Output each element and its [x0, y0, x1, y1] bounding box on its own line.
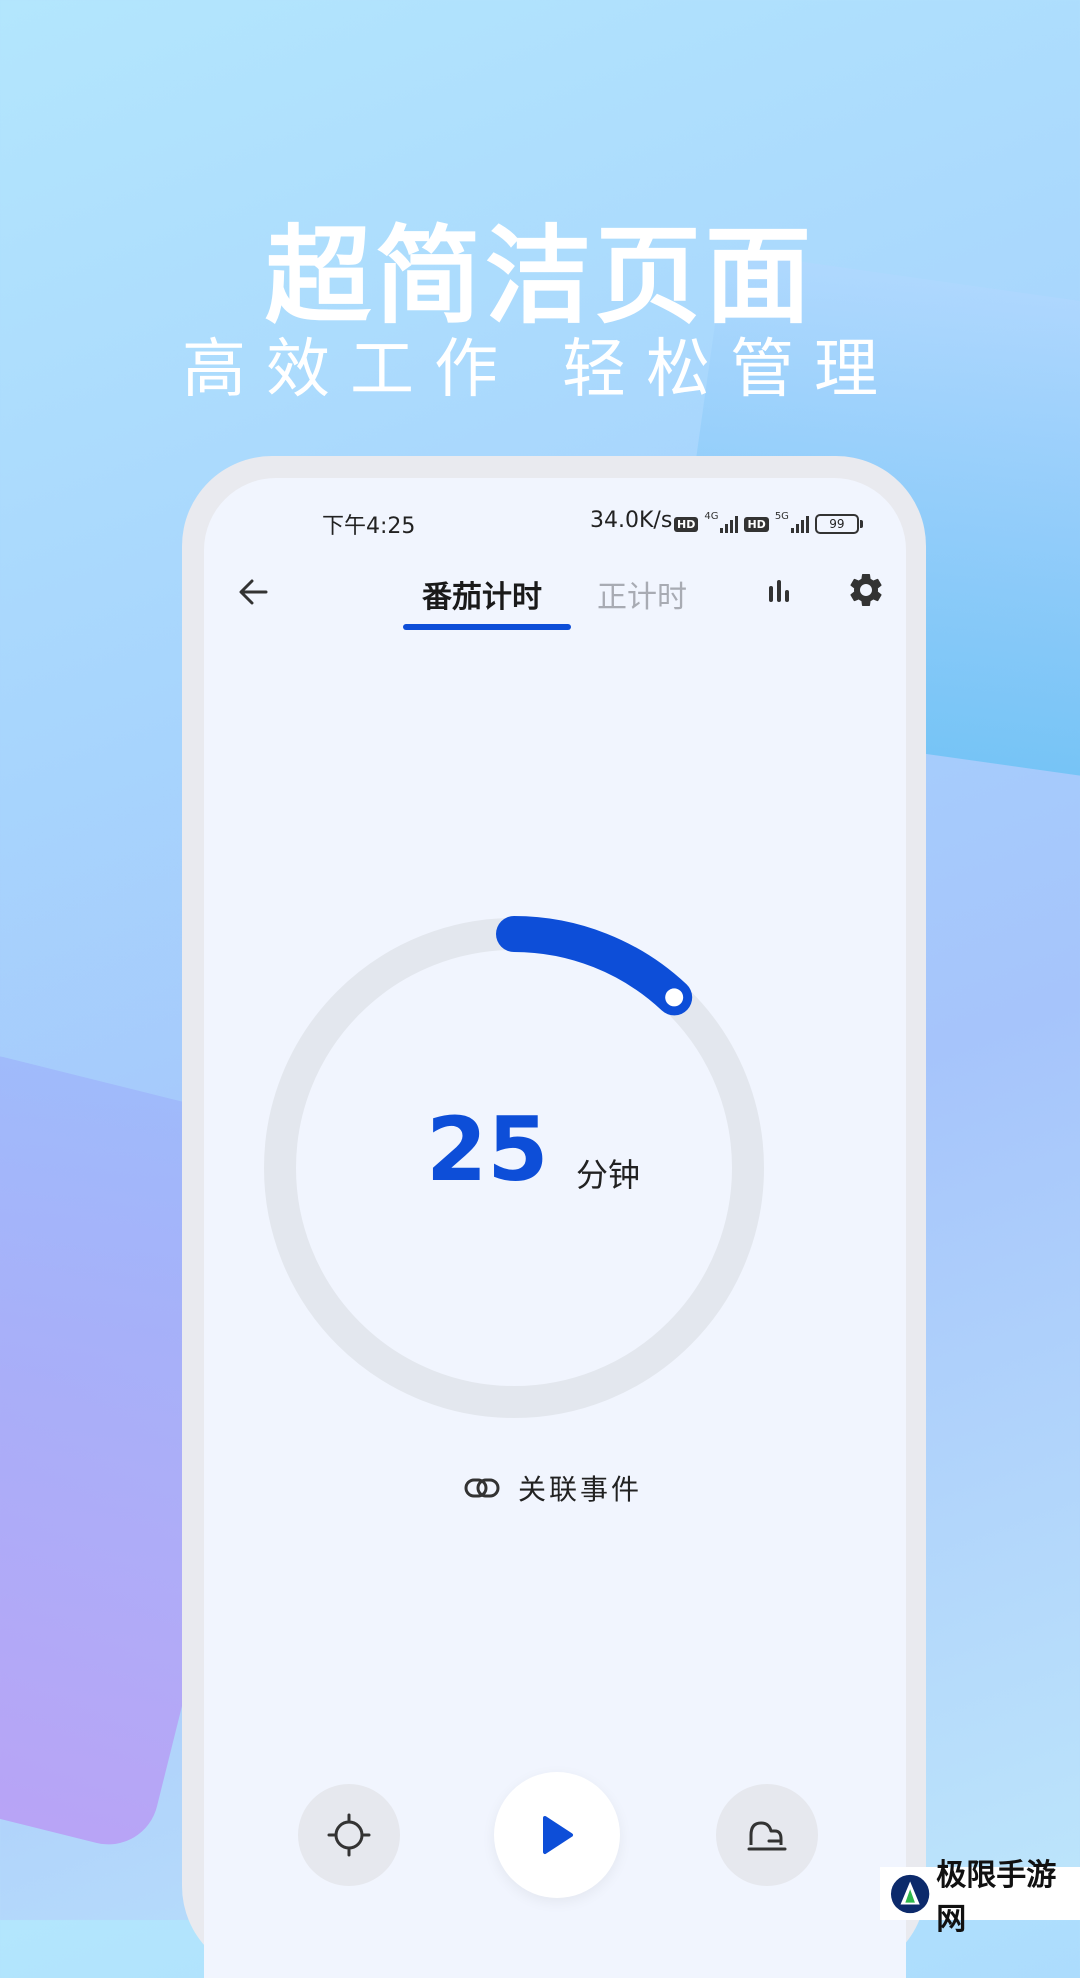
promo-subtitle: 高效工作 轻松管理 [0, 318, 1080, 410]
timer-value: 25 [426, 1098, 549, 1201]
link-event-button[interactable]: 关联事件 [464, 1468, 642, 1508]
link-icon [464, 1478, 500, 1498]
tab-stopwatch[interactable]: 正计时 [597, 572, 687, 616]
network-5g-label: 5G [774, 510, 789, 522]
focus-target-button[interactable] [298, 1784, 400, 1886]
battery-icon: 99 [814, 514, 863, 534]
timer-ring-knob [665, 988, 684, 1007]
status-icons: HD 4G HD 5G 99 [674, 510, 863, 534]
subtitle-right: 轻松管理 [562, 333, 898, 407]
site-watermark: 极限手游网 [880, 1858, 1080, 1937]
bar-chart-icon[interactable] [764, 576, 794, 606]
network-speed: 34.0K/s [590, 508, 673, 533]
signal-icon [790, 515, 809, 533]
status-bar: 下午4:25 34.0K/s HD 4G HD 5G 99 [204, 508, 906, 548]
watermark-logo-icon [890, 1874, 930, 1913]
sound-scene-icon [747, 1821, 787, 1851]
back-arrow-icon[interactable] [232, 570, 276, 614]
white-noise-button[interactable] [716, 1784, 818, 1886]
status-time: 下午4:25 [322, 514, 416, 539]
target-icon [327, 1813, 371, 1857]
tab-active-indicator [403, 624, 571, 630]
network-4g-label: 4G [704, 510, 719, 522]
signal-icon [720, 515, 739, 533]
play-icon [543, 1816, 573, 1854]
tab-pomodoro[interactable]: 番茄计时 [422, 572, 542, 616]
link-event-label: 关联事件 [518, 1473, 643, 1506]
app-screen: 下午4:25 34.0K/s HD 4G HD 5G 99 番茄计时 正计时 2… [204, 478, 906, 1978]
timer-unit: 分钟 [576, 1156, 641, 1194]
watermark-text: 极限手游网 [936, 1857, 1057, 1937]
subtitle-left: 高效工作 [182, 333, 518, 407]
hd-badge: HD [744, 516, 769, 532]
timer-ring-progress [496, 916, 693, 1016]
hd-badge: HD [674, 516, 699, 532]
gear-icon[interactable] [846, 570, 886, 610]
play-button[interactable] [494, 1772, 620, 1898]
